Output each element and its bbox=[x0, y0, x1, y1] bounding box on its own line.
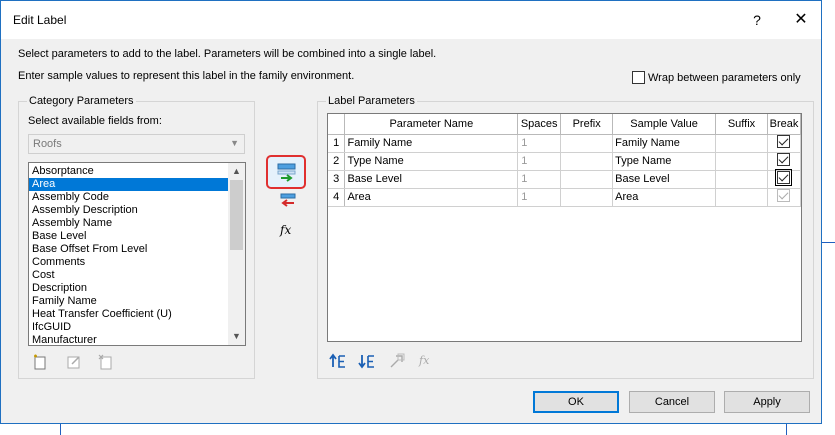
column-header[interactable]: Spaces bbox=[517, 114, 562, 135]
sample-value-cell[interactable]: Base Level bbox=[612, 170, 717, 189]
chevron-down-icon: ▼ bbox=[230, 138, 239, 148]
remove-parameter-button[interactable] bbox=[278, 192, 298, 212]
checkbox-box[interactable] bbox=[632, 71, 645, 84]
prefix-cell[interactable] bbox=[560, 188, 614, 207]
suffix-cell[interactable] bbox=[715, 170, 768, 189]
break-checkbox[interactable] bbox=[777, 135, 791, 148]
list-item[interactable]: Assembly Description bbox=[29, 204, 228, 217]
column-header[interactable]: Parameter Name bbox=[344, 114, 519, 135]
edit-label-dialog: Edit Label ? ✕ Select parameters to add … bbox=[0, 0, 822, 424]
scroll-up-icon[interactable]: ▲ bbox=[228, 163, 245, 180]
sample-value-cell[interactable]: Type Name bbox=[612, 152, 717, 171]
list-item[interactable]: IfcGUID bbox=[29, 321, 228, 334]
spaces-cell[interactable]: 1 bbox=[517, 134, 562, 153]
break-cell[interactable] bbox=[767, 152, 801, 171]
group-label: Label Parameters bbox=[326, 95, 417, 107]
table-row[interactable]: 1 Family Name 1 Family Name bbox=[328, 134, 801, 153]
move-up-icon[interactable] bbox=[329, 352, 347, 370]
break-cell[interactable] bbox=[767, 134, 801, 153]
canvas-line bbox=[786, 424, 787, 435]
list-item[interactable]: Base Offset From Level bbox=[29, 243, 228, 256]
wrap-between-parameters-checkbox[interactable]: Wrap between parameters only bbox=[632, 71, 801, 84]
ok-button[interactable]: OK bbox=[533, 391, 619, 413]
row-number[interactable]: 1 bbox=[328, 134, 346, 153]
list-item[interactable]: Assembly Name bbox=[29, 217, 228, 230]
canvas-line bbox=[822, 242, 835, 243]
break-checkbox[interactable] bbox=[775, 169, 793, 186]
fields-label: Select available fields from: bbox=[28, 115, 162, 127]
parameter-name-cell[interactable]: Type Name bbox=[344, 152, 519, 171]
spaces-cell[interactable]: 1 bbox=[517, 152, 562, 171]
edit-parameter-icon[interactable] bbox=[65, 353, 83, 371]
cancel-button[interactable]: Cancel bbox=[629, 391, 715, 413]
table-row[interactable]: 2 Type Name 1 Type Name bbox=[328, 152, 801, 171]
list-item[interactable]: Manufacturer bbox=[29, 334, 228, 345]
suffix-cell[interactable] bbox=[715, 152, 768, 171]
dialog-title: Edit Label bbox=[13, 13, 67, 27]
category-select[interactable]: Roofs ▼ bbox=[28, 134, 245, 154]
list-item[interactable]: Family Name bbox=[29, 295, 228, 308]
apply-button[interactable]: Apply bbox=[724, 391, 810, 413]
list-item[interactable]: Base Level bbox=[29, 230, 228, 243]
row-number[interactable]: 2 bbox=[328, 152, 346, 171]
add-parameter-icon bbox=[277, 163, 296, 182]
category-select-value: Roofs bbox=[33, 138, 62, 150]
close-button[interactable]: ✕ bbox=[787, 8, 815, 32]
wrap-label: Wrap between parameters only bbox=[648, 71, 801, 84]
spaces-cell[interactable]: 1 bbox=[517, 170, 562, 189]
prefix-cell[interactable] bbox=[560, 134, 614, 153]
new-parameter-icon[interactable] bbox=[31, 353, 49, 371]
canvas-line bbox=[60, 424, 61, 435]
edit-label-parameter-icon[interactable] bbox=[388, 352, 406, 370]
available-fields-list[interactable]: Absorptance Area Assembly Code Assembly Des… bbox=[28, 162, 246, 346]
column-header[interactable]: Break bbox=[767, 114, 801, 135]
add-parameter-button[interactable] bbox=[266, 155, 306, 189]
column-header[interactable]: Suffix bbox=[715, 114, 768, 135]
break-cell[interactable] bbox=[767, 188, 801, 207]
break-cell[interactable] bbox=[767, 169, 801, 189]
break-checkbox[interactable] bbox=[777, 153, 791, 166]
prefix-cell[interactable] bbox=[560, 152, 614, 171]
list-scrollbar[interactable]: ▲ ▼ bbox=[228, 163, 245, 345]
column-header[interactable]: Sample Value bbox=[612, 114, 717, 135]
delete-parameter-icon[interactable] bbox=[97, 353, 115, 371]
table-row[interactable]: 3 Base Level 1 Base Level bbox=[328, 169, 801, 189]
field-list: Absorptance Area Assembly Code Assembly Des… bbox=[29, 165, 228, 345]
suffix-cell[interactable] bbox=[715, 134, 768, 153]
instruction-text: Select parameters to add to the label. P… bbox=[18, 48, 437, 60]
list-item[interactable]: Cost bbox=[29, 269, 228, 282]
parameter-name-cell[interactable]: Area bbox=[344, 188, 519, 207]
suffix-cell[interactable] bbox=[715, 188, 768, 207]
break-checkbox[interactable] bbox=[777, 189, 791, 202]
edit-formula-icon[interactable]: fx bbox=[419, 354, 429, 367]
parameter-name-cell[interactable]: Base Level bbox=[344, 170, 519, 189]
move-down-icon[interactable] bbox=[358, 352, 376, 370]
table-row[interactable]: 4 Area 1 Area bbox=[328, 188, 801, 207]
list-item[interactable]: Description bbox=[29, 282, 228, 295]
label-parameters-table: Parameter Name Spaces Prefix Sample Valu… bbox=[327, 113, 802, 342]
scroll-down-icon[interactable]: ▼ bbox=[228, 328, 245, 345]
sample-value-cell[interactable]: Family Name bbox=[612, 134, 717, 153]
list-item[interactable]: Assembly Code bbox=[29, 191, 228, 204]
group-label: Category Parameters bbox=[27, 95, 136, 107]
spaces-cell[interactable]: 1 bbox=[517, 188, 562, 207]
column-header[interactable]: Prefix bbox=[560, 114, 614, 135]
instruction-text: Enter sample values to represent this la… bbox=[18, 70, 355, 82]
help-button[interactable]: ? bbox=[743, 8, 771, 32]
scroll-thumb[interactable] bbox=[230, 180, 243, 250]
row-number[interactable]: 3 bbox=[328, 170, 346, 189]
list-item[interactable]: Absorptance bbox=[29, 165, 228, 178]
table-header-row: Parameter Name Spaces Prefix Sample Valu… bbox=[328, 114, 801, 135]
list-item[interactable]: Comments bbox=[29, 256, 228, 269]
list-item[interactable]: Area bbox=[29, 178, 228, 191]
formula-button[interactable]: fx bbox=[280, 223, 291, 237]
list-item[interactable]: Heat Transfer Coefficient (U) bbox=[29, 308, 228, 321]
title-bar: Edit Label ? ✕ bbox=[1, 1, 821, 39]
prefix-cell[interactable] bbox=[560, 170, 614, 189]
row-number[interactable]: 4 bbox=[328, 188, 346, 207]
parameter-name-cell[interactable]: Family Name bbox=[344, 134, 519, 153]
sample-value-cell[interactable]: Area bbox=[612, 188, 717, 207]
column-header bbox=[328, 114, 346, 135]
